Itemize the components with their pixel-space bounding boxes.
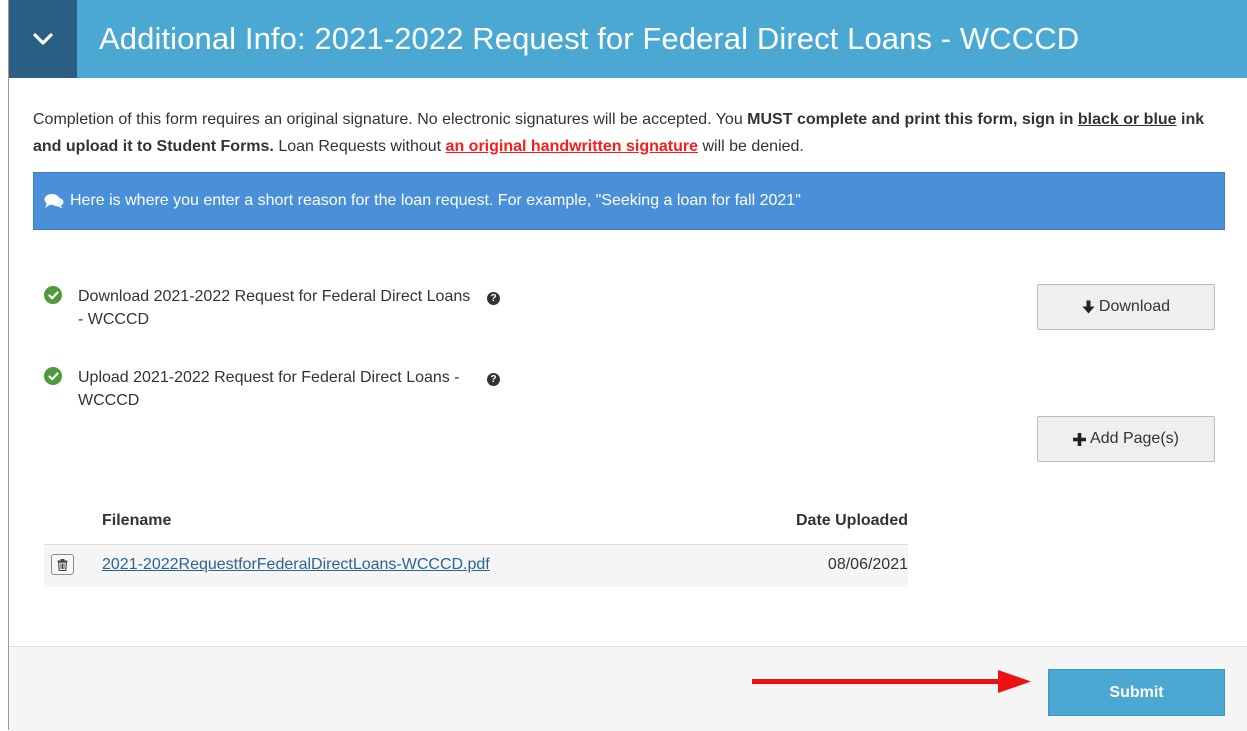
download-button[interactable]: Download	[1037, 284, 1215, 330]
info-banner-text: Here is where you enter a short reason f…	[70, 192, 801, 209]
add-pages-button[interactable]: Add Page(s)	[1037, 416, 1215, 462]
step-upload: Upload 2021-2022 Request for Federal Dir…	[44, 366, 473, 412]
file-link[interactable]: 2021-2022RequestforFederalDirectLoans-WC…	[102, 556, 490, 574]
check-circle-icon	[44, 367, 62, 385]
table-header: Filename Date Uploaded	[44, 504, 908, 545]
trash-icon	[57, 558, 68, 571]
submit-button[interactable]: Submit	[1048, 669, 1225, 716]
step-download-label: Download 2021-2022 Request for Federal D…	[78, 288, 471, 328]
collapse-toggle-button[interactable]	[9, 0, 77, 78]
question-circle-icon[interactable]: ?	[487, 292, 500, 305]
delete-file-button[interactable]	[51, 554, 74, 575]
instructions-bold-1: MUST complete and print this form, sign …	[747, 111, 1078, 128]
step-upload-label: Upload 2021-2022 Request for Federal Dir…	[78, 369, 460, 409]
panel-footer: Submit	[9, 646, 1247, 731]
panel-header: Additional Info: 2021-2022 Request for F…	[9, 0, 1247, 78]
arrow-down-icon	[1082, 300, 1095, 314]
date-uploaded-column-header: Date Uploaded	[795, 512, 908, 529]
download-button-label: Download	[1098, 298, 1171, 315]
file-upload-date: 08/06/2021	[827, 556, 908, 573]
instructions-ink-colors: black or blue	[1077, 111, 1177, 128]
add-pages-button-label: Add Page(s)	[1090, 430, 1179, 447]
panel-title: Additional Info: 2021-2022 Request for F…	[99, 21, 1080, 56]
question-circle-icon[interactable]: ?	[487, 373, 500, 386]
instructions-text: Completion of this form requires an orig…	[33, 106, 1233, 160]
annotation-arrow-icon	[752, 670, 1031, 693]
comments-icon	[44, 193, 64, 209]
info-banner: Here is where you enter a short reason f…	[33, 172, 1225, 230]
uploaded-files-table: Filename Date Uploaded 2021-2022Requestf…	[44, 504, 908, 587]
check-circle-icon	[44, 286, 62, 304]
filename-column-header: Filename	[102, 512, 172, 529]
table-row: 2021-2022RequestforFederalDirectLoans-WC…	[44, 545, 908, 587]
loan-request-panel: Additional Info: 2021-2022 Request for F…	[8, 0, 1247, 731]
instructions-part-3: will be denied.	[698, 138, 804, 155]
instructions-part-2: Loan Requests without	[273, 138, 446, 155]
step-download: Download 2021-2022 Request for Federal D…	[44, 285, 473, 331]
instructions-part-1: Completion of this form requires an orig…	[33, 111, 748, 128]
signature-requirement-link[interactable]: an original handwritten signature	[446, 138, 698, 155]
chevron-down-icon	[33, 33, 53, 45]
plus-icon	[1073, 432, 1087, 446]
